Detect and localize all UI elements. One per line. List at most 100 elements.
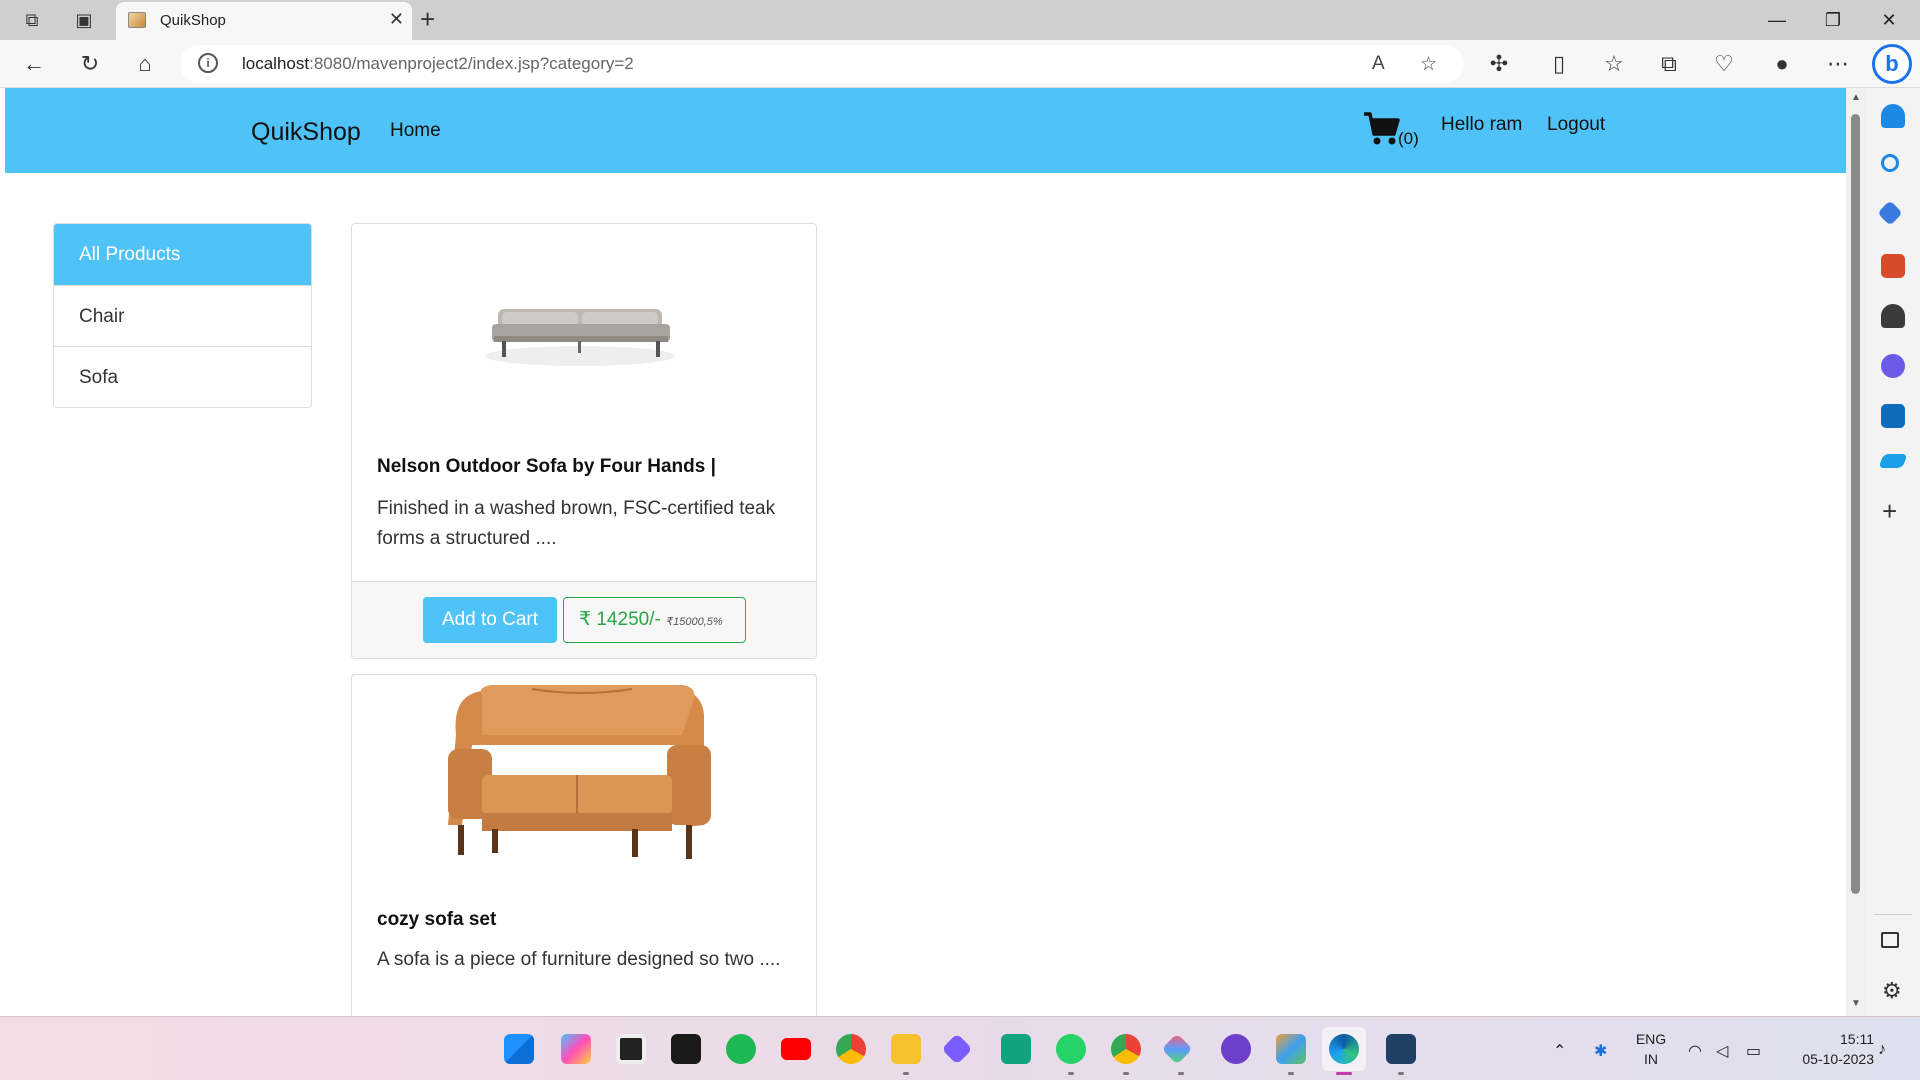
tab-actions-icon[interactable]: ▣ [70, 6, 98, 34]
minimize-icon[interactable]: — [1754, 4, 1800, 36]
notification-bell-icon[interactable] [1881, 104, 1905, 128]
profile-icon[interactable]: ● [1766, 48, 1798, 80]
github-desktop-icon[interactable] [1221, 1034, 1251, 1064]
page-scrollbar[interactable]: ▲ ▼ [1846, 88, 1866, 1016]
read-aloud-icon[interactable]: A [1372, 53, 1385, 75]
start-windows-icon[interactable] [504, 1034, 534, 1064]
more-menu-icon[interactable]: ⋯ [1822, 48, 1854, 80]
collections-icon[interactable]: ⧉ [1653, 48, 1685, 80]
hide-sidebar-icon[interactable] [1881, 932, 1899, 948]
games-icon[interactable] [1881, 304, 1905, 328]
cart-count[interactable]: (0) [1398, 129, 1419, 149]
browser-tab-bar: ⧉ ▣ QuikShop ✕ + — ❐ ✕ [0, 0, 1920, 40]
workspaces-icon[interactable]: ⧉ [18, 6, 46, 34]
shopping-tag-icon[interactable] [1877, 200, 1903, 226]
battery-icon[interactable]: ▭ [1746, 1041, 1761, 1061]
close-tab-icon[interactable]: ✕ [389, 9, 404, 30]
edge-sidebar: + ⚙ [1866, 88, 1920, 1016]
add-sidebar-app-icon[interactable]: + [1882, 496, 1897, 527]
logout-link[interactable]: Logout [1547, 114, 1605, 136]
edge-icon[interactable] [1329, 1034, 1359, 1064]
url-text[interactable]: localhost:8080/mavenproject2/index.jsp?c… [242, 54, 634, 74]
original-price-discount: ₹15000,5% [666, 616, 723, 628]
scroll-thumb[interactable] [1851, 114, 1860, 894]
running-indicator [1068, 1072, 1074, 1075]
clock-date[interactable]: 05-10-2023 [1782, 1051, 1874, 1067]
copilot-icon[interactable]: b [1872, 44, 1912, 84]
clock-time[interactable]: 15:11 [1782, 1031, 1874, 1047]
copilot-preview-icon[interactable] [561, 1034, 591, 1064]
extensions-icon[interactable]: ✣ [1483, 48, 1515, 80]
volume-icon[interactable]: ◁ [1716, 1041, 1728, 1061]
refresh-icon[interactable]: ↻ [74, 48, 106, 80]
game-app-icon[interactable] [671, 1034, 701, 1064]
address-toolbar: ← ↻ ⌂ i localhost:8080/mavenproject2/ind… [0, 40, 1920, 88]
chrome-icon[interactable] [836, 1034, 866, 1064]
scroll-up-arrow-icon[interactable]: ▲ [1851, 92, 1861, 103]
youtube-icon[interactable] [781, 1038, 811, 1060]
chatgpt-icon[interactable] [1001, 1034, 1031, 1064]
bluetooth-icon[interactable]: ✱ [1594, 1041, 1607, 1061]
url-bar[interactable]: i localhost:8080/mavenproject2/index.jsp… [180, 45, 1464, 83]
drop-send-icon[interactable] [1878, 454, 1908, 468]
site-brand[interactable]: QuikShop [251, 118, 361, 147]
price-value: ₹ 14250/- [579, 609, 661, 630]
running-indicator [1123, 1072, 1129, 1075]
product-title: Nelson Outdoor Sofa by Four Hands | [377, 456, 716, 477]
dev-tool-icon[interactable] [1161, 1033, 1193, 1065]
category-sofa[interactable]: Sofa [54, 346, 311, 407]
category-chair[interactable]: Chair [54, 285, 311, 346]
running-indicator [1288, 1072, 1294, 1075]
scroll-down-arrow-icon[interactable]: ▼ [1851, 998, 1861, 1009]
netbeans-icon[interactable] [1276, 1034, 1306, 1064]
product-image-leather-sofa [448, 685, 711, 859]
language-region[interactable]: IN [1634, 1051, 1668, 1067]
favorite-star-icon[interactable]: ☆ [1420, 53, 1437, 76]
search-icon[interactable] [1881, 154, 1899, 172]
product-image-outdoor-sofa [485, 309, 675, 366]
category-list: All Products Chair Sofa [53, 223, 312, 408]
restore-icon[interactable]: ❐ [1810, 4, 1856, 36]
settings-gear-icon[interactable]: ⚙ [1882, 978, 1902, 1004]
browser-tab-quikshop[interactable]: QuikShop ✕ [116, 2, 412, 40]
nav-home-link[interactable]: Home [390, 120, 441, 142]
wifi-icon[interactable]: ◠ [1688, 1041, 1702, 1061]
windows-taskbar: ⌃ ✱ ENG IN ◠ ◁ ▭ 15:11 05-10-2023 ♪ [0, 1016, 1920, 1080]
file-explorer-icon[interactable] [891, 1034, 921, 1064]
category-all-products[interactable]: All Products [54, 224, 311, 285]
notifications-icon[interactable]: ♪ [1878, 1041, 1886, 1059]
microsoft-365-icon[interactable] [1881, 354, 1905, 378]
product-card: cozy sofa set A sofa is a piece of furni… [351, 674, 817, 1016]
mysql-workbench-icon[interactable] [1386, 1034, 1416, 1064]
product-description: A sofa is a piece of furniture designed … [377, 949, 781, 970]
product-description: Finished in a washed brown, FSC-certifie… [377, 498, 776, 549]
gemini-sparkle-icon[interactable] [941, 1033, 973, 1065]
site-navbar: QuikShop Home (0) Hello ram Logout [5, 88, 1846, 173]
price-button[interactable]: ₹ 14250/- ₹15000,5% [563, 597, 746, 643]
add-to-cart-button[interactable]: Add to Cart [423, 597, 557, 643]
language-code[interactable]: ENG [1634, 1031, 1668, 1047]
tools-briefcase-icon[interactable] [1881, 254, 1905, 278]
chrome-profile-icon[interactable] [1111, 1034, 1141, 1064]
site-info-icon[interactable]: i [198, 53, 218, 73]
back-icon[interactable]: ← [18, 48, 50, 80]
web-page: QuikShop Home (0) Hello ram Logout All P… [5, 88, 1846, 1016]
user-greeting[interactable]: Hello ram [1441, 114, 1522, 136]
task-view-icon[interactable] [616, 1034, 646, 1064]
browser-essentials-icon[interactable]: ♡ [1708, 48, 1740, 80]
close-window-icon[interactable]: ✕ [1866, 4, 1912, 36]
whatsapp-icon[interactable] [1056, 1034, 1086, 1064]
tab-title: QuikShop [160, 12, 226, 29]
show-hidden-icons-icon[interactable]: ⌃ [1553, 1041, 1566, 1061]
spotify-icon[interactable] [726, 1034, 756, 1064]
split-screen-icon[interactable]: ▯ [1543, 48, 1575, 80]
product-title: cozy sofa set [377, 909, 497, 930]
sidebar-divider [1874, 914, 1912, 915]
outlook-icon[interactable] [1881, 404, 1905, 428]
home-icon[interactable]: ⌂ [129, 48, 161, 80]
favorites-icon[interactable]: ☆ [1598, 48, 1630, 80]
new-tab-icon[interactable]: + [420, 4, 435, 35]
active-indicator [1336, 1072, 1352, 1075]
cart-icon[interactable] [1362, 108, 1402, 148]
product-card: Nelson Outdoor Sofa by Four Hands | Fini… [351, 223, 817, 659]
